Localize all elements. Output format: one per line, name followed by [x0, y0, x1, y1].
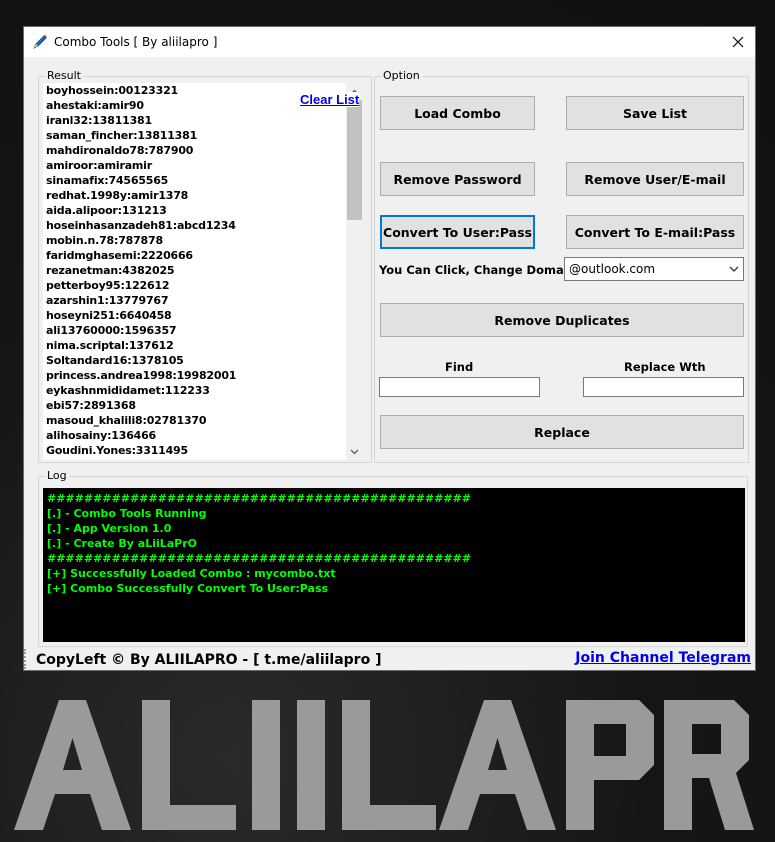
- list-item[interactable]: azarshin1:13779767: [43, 293, 363, 308]
- join-telegram-link[interactable]: Join Channel Telegram: [575, 650, 751, 666]
- log-legend: Log: [45, 469, 69, 482]
- list-item[interactable]: sinamafix:74565565: [43, 173, 363, 188]
- result-items: boyhossein:00123321 ahestaki:amir90 iranl3…: [43, 83, 363, 458]
- save-list-button[interactable]: Save List: [566, 96, 744, 130]
- list-item[interactable]: Soltandard16:1378105: [43, 353, 363, 368]
- find-label: Find: [445, 360, 474, 374]
- list-item[interactable]: hoseyni251:6640458: [43, 308, 363, 323]
- list-item[interactable]: Goudini.Yones:3311495: [43, 443, 363, 458]
- list-item[interactable]: mahdironaldo78:787900: [43, 143, 363, 158]
- log-line: [.] - Combo Tools Running: [47, 507, 207, 520]
- list-item[interactable]: mobin.n.78:787878: [43, 233, 363, 248]
- close-icon: [732, 36, 744, 48]
- option-legend: Option: [381, 69, 422, 82]
- log-line: ########################################…: [47, 552, 471, 565]
- list-item[interactable]: eykashnmididamet:112233: [43, 383, 363, 398]
- status-grip: [24, 649, 29, 669]
- result-group: Result boyhossein:00123321 ahestaki:amir9…: [38, 69, 372, 463]
- list-item[interactable]: ebi57:2891368: [43, 398, 363, 413]
- app-window: Combo Tools [ By aliilapro ] Result boyh…: [23, 26, 756, 671]
- convert-user-pass-button[interactable]: Convert To User:Pass: [380, 215, 535, 249]
- chevron-down-icon: [729, 266, 739, 272]
- replace-button[interactable]: Replace: [380, 415, 744, 449]
- domain-select[interactable]: @outlook.com: [564, 257, 744, 281]
- list-item[interactable]: nima.scriptal:137612: [43, 338, 363, 353]
- replace-with-input[interactable]: [583, 377, 744, 397]
- log-console[interactable]: ########################################…: [43, 488, 745, 642]
- list-item[interactable]: faridmghasemi:2220666: [43, 248, 363, 263]
- list-item[interactable]: redhat.1998y:amir1378: [43, 188, 363, 203]
- domain-label: You Can Click, Change Domain: [379, 263, 576, 277]
- option-group: Option Load Combo Save List Remove Passw…: [374, 69, 749, 463]
- window-title: Combo Tools [ By aliilapro ]: [54, 35, 218, 49]
- result-scrollbar[interactable]: [346, 83, 363, 460]
- log-line: [.] - App Version 1.0: [47, 522, 172, 535]
- title-bar[interactable]: Combo Tools [ By aliilapro ]: [24, 27, 755, 57]
- list-item[interactable]: petterboy95:122612: [43, 278, 363, 293]
- load-combo-button[interactable]: Load Combo: [380, 96, 535, 130]
- convert-email-pass-button[interactable]: Convert To E-mail:Pass: [566, 215, 744, 249]
- aliilapro-logo: [14, 700, 754, 830]
- replace-with-label: Replace Wth: [624, 360, 706, 374]
- list-item[interactable]: ali13760000:1596357: [43, 323, 363, 338]
- list-item[interactable]: masoud_khalili8:02781370: [43, 413, 363, 428]
- log-line: [+] Successfully Loaded Combo : mycombo.…: [47, 567, 336, 580]
- close-button[interactable]: [721, 27, 755, 57]
- list-item[interactable]: hoseinhasanzadeh81:abcd1234: [43, 218, 363, 233]
- log-line: ########################################…: [47, 492, 471, 505]
- log-line: [.] - Create By aLiiLaPrO: [47, 537, 198, 550]
- find-input[interactable]: [379, 377, 540, 397]
- list-item[interactable]: princess.andrea1998:19982001: [43, 368, 363, 383]
- scroll-down-arrow-icon[interactable]: [346, 443, 363, 460]
- result-legend: Result: [45, 69, 83, 82]
- list-item[interactable]: iranl32:13811381: [43, 113, 363, 128]
- list-item[interactable]: alihosainy:136466: [43, 428, 363, 443]
- pen-icon: [32, 34, 48, 50]
- list-item[interactable]: amiroor:amiramir: [43, 158, 363, 173]
- domain-select-value: @outlook.com: [569, 262, 656, 276]
- remove-password-button[interactable]: Remove Password: [380, 162, 535, 196]
- copyleft-text: CopyLeft © By ALIILAPRO - [ t.me/aliilap…: [36, 652, 382, 668]
- clear-list-link[interactable]: Clear List: [300, 92, 360, 107]
- log-line: [+] Combo Successfully Convert To User:P…: [47, 582, 329, 595]
- list-item[interactable]: saman_fincher:13811381: [43, 128, 363, 143]
- remove-duplicates-button[interactable]: Remove Duplicates: [380, 303, 744, 337]
- result-listbox[interactable]: boyhossein:00123321 ahestaki:amir90 iranl3…: [43, 83, 363, 460]
- scroll-thumb[interactable]: [347, 100, 362, 220]
- log-group: Log ####################################…: [38, 469, 748, 647]
- remove-user-email-button[interactable]: Remove User/E-mail: [566, 162, 744, 196]
- list-item[interactable]: aida.alipoor:131213: [43, 203, 363, 218]
- list-item[interactable]: rezanetman:4382025: [43, 263, 363, 278]
